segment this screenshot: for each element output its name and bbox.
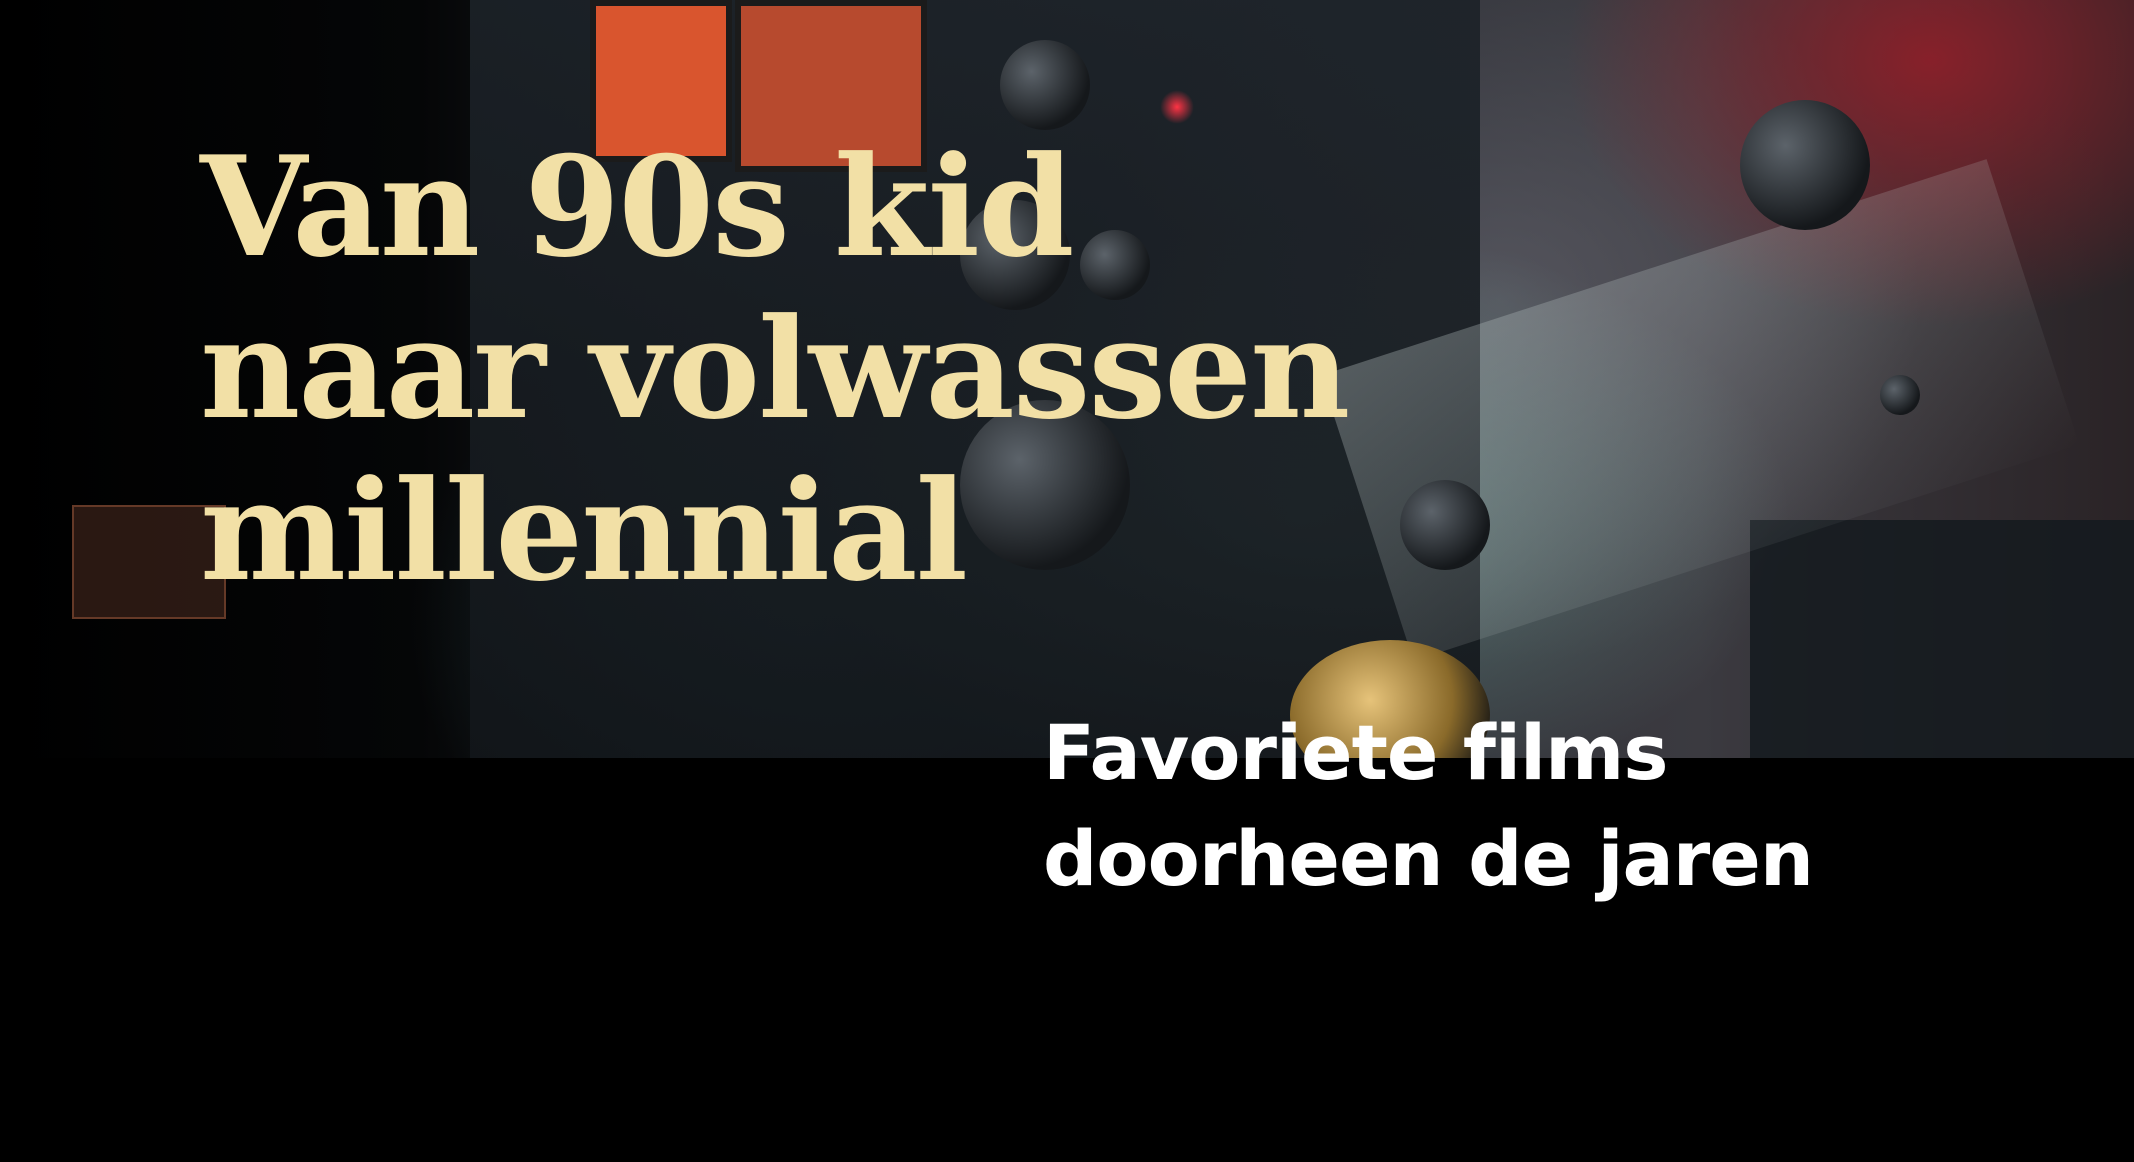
subtitle-line: doorheen de jaren [1043,814,1814,903]
headline-line: naar volwassen [200,287,1350,450]
projector-knob [1000,40,1090,130]
projector-knob [1400,480,1490,570]
hero-headline: Van 90s kid naar volwassen millennial [200,126,1400,612]
red-indicator-light [1160,90,1194,124]
headline-line: Van 90s kid [200,125,1075,288]
headline-line: millennial [200,449,968,612]
subtitle-line: Favoriete films [1043,708,1669,797]
projector-speaker [1740,100,1870,230]
page: Van 90s kid naar volwassen millennial Fa… [0,0,2134,1162]
hero-subtitle: Favoriete films doorheen de jaren [1043,700,2043,912]
projector-knob [1880,375,1920,415]
